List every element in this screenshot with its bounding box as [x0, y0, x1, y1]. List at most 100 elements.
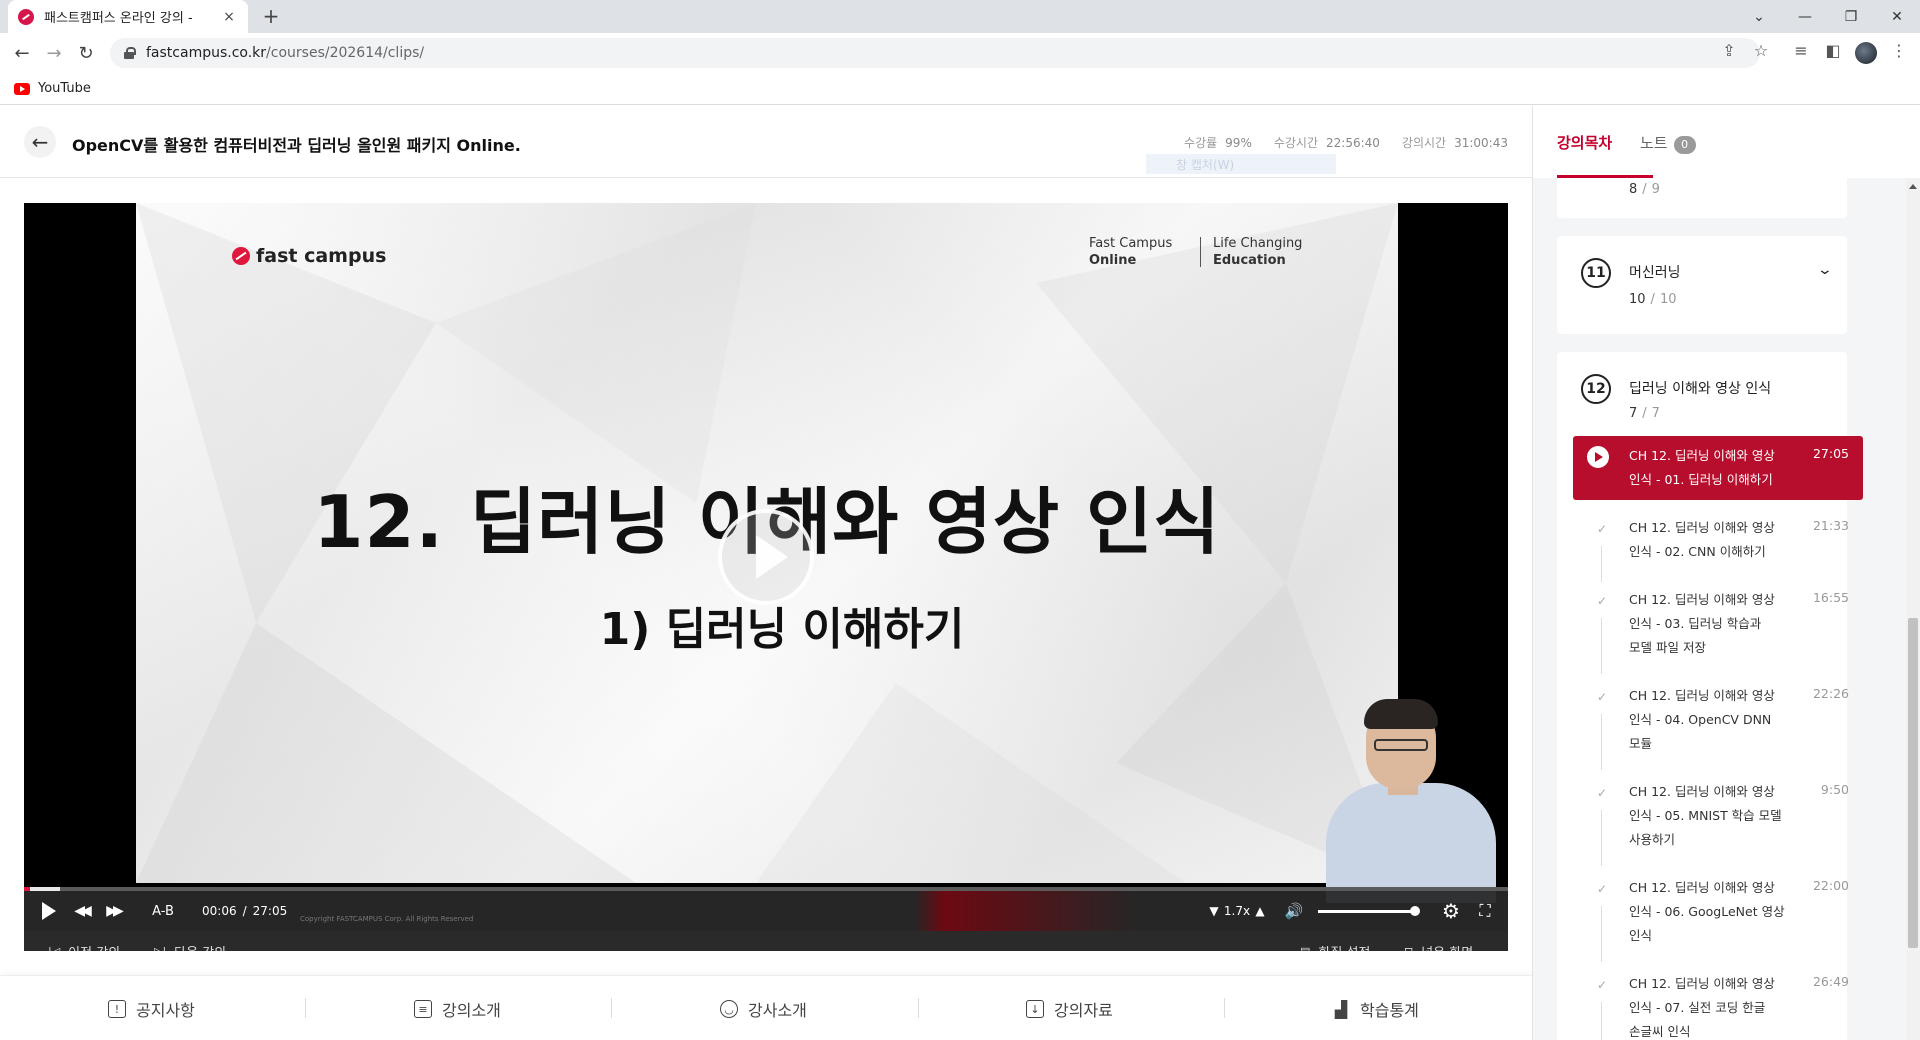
browser-menu-icon[interactable]: ⋮ [1888, 41, 1910, 60]
fullscreen-icon[interactable]: ⛶ [1472, 891, 1498, 931]
back-button[interactable]: ← [24, 126, 56, 158]
reload-icon[interactable]: ↻ [74, 41, 98, 65]
restore-icon[interactable]: ❐ [1828, 0, 1874, 33]
lesson-item[interactable]: ✓ CH 12. 딥러닝 이해와 영상 인식 - 02. CNN 이해하기 21:… [1573, 516, 1863, 590]
lesson-duration: 27:05 [1812, 446, 1849, 461]
youtube-icon [14, 82, 30, 95]
new-tab-button[interactable]: + [258, 4, 284, 28]
chapter-title: 딥러닝 이해와 영상 인식 [1629, 381, 1772, 397]
scroll-up-arrow-icon[interactable] [1909, 184, 1917, 189]
play-circle-icon [1587, 446, 1609, 468]
share-icon[interactable]: ⇪ [1718, 41, 1740, 60]
lock-icon [124, 47, 136, 59]
tab-course-materials[interactable]: ↓ 강의자료 [1026, 994, 1113, 1024]
tab-search-icon[interactable]: ⌄ [1736, 0, 1782, 33]
chapter-progress: 10/10 [1629, 292, 1677, 307]
lesson-title: CH 12. 딥러닝 이해와 영상 인식 - 07. 실전 코딩 한글 손글씨 인식 [1629, 976, 1775, 1039]
quality-settings-button[interactable]: ▤ 화질 설정 [1300, 931, 1370, 952]
prev-lecture-button[interactable]: |◁ 이전 강의 [48, 931, 120, 952]
close-window-icon[interactable]: ✕ [1874, 0, 1920, 33]
window-capture-tooltip: 창 캡처(W) [1146, 154, 1336, 174]
tab-course-intro[interactable]: ≡ 강의소개 [414, 994, 501, 1024]
chapter-number: 11 [1581, 258, 1611, 288]
tab-divider [1224, 998, 1225, 1018]
volume-slider[interactable] [1318, 906, 1420, 916]
lesson-item[interactable]: ✓ CH 12. 딥러닝 이해와 영상 인식 - 06. GoogLeNet 영상… [1573, 876, 1863, 972]
stat-watch-time: 수강시간 22:56:40 [1273, 136, 1380, 150]
back-arrow-icon[interactable]: ← [10, 41, 34, 65]
duration: 27:05 [252, 904, 288, 918]
tab-divider [305, 998, 306, 1018]
curriculum-panel: 강의목차 노트 0 8/9 11 머신러닝 10/10 ⌄ 12 딥러닝 이해와 … [1532, 106, 1920, 1040]
minimize-icon[interactable]: — [1782, 0, 1828, 33]
speed-up-icon[interactable]: ▲ [1250, 891, 1270, 931]
scrollbar-thumb[interactable] [1908, 618, 1918, 948]
chapter-title: 머신러닝 [1629, 265, 1681, 281]
wide-screen-button[interactable]: ⊡ 넓은 화면 [1404, 931, 1473, 952]
tab-notes[interactable]: 노트 0 [1640, 132, 1696, 154]
course-info-tabs: ! 공지사항 ≡ 강의소개 ◡ 강사소개 ↓ 강의자료 ▟ 학습통계 [0, 975, 1532, 1040]
slogan-divider [1200, 237, 1201, 267]
slogan-right: Life Changing Education [1213, 236, 1303, 268]
play-icon [42, 902, 56, 920]
tab-curriculum[interactable]: 강의목차 [1557, 132, 1612, 153]
chevron-down-icon[interactable]: ⌄ [1817, 262, 1833, 278]
current-time: 00:06 [202, 904, 237, 918]
stat-lecture-time: 강의시간 31:00:43 [1401, 136, 1508, 150]
speed-down-icon[interactable]: ▼ [1204, 891, 1224, 931]
skip-previous-icon: |◁ [48, 944, 61, 952]
lesson-duration: 26:49 [1812, 974, 1849, 989]
play-button[interactable] [34, 891, 64, 931]
side-panel-icon[interactable]: ◧ [1822, 41, 1844, 60]
tab-title: 패스트캠퍼스 온라인 강의 - [44, 11, 193, 26]
bar-chart-icon: ▟ [1334, 999, 1348, 1019]
chapter-card-11[interactable]: 11 머신러닝 10/10 ⌄ [1557, 236, 1847, 334]
lesson-item[interactable]: ✓ CH 12. 딥러닝 이해와 영상 인식 - 04. OpenCV DNN 모듈… [1573, 684, 1863, 780]
panel-tabs: 강의목차 노트 0 [1533, 106, 1920, 178]
lesson-title: CH 12. 딥러닝 이해와 영상 인식 - 05. MNIST 학습 모델 사용하… [1629, 784, 1782, 847]
chapter-progress: 8/9 [1629, 182, 1660, 197]
skip-next-icon: ▷| [154, 944, 167, 952]
big-play-button[interactable] [718, 509, 814, 605]
lesson-title: CH 12. 딥러닝 이해와 영상 인식 - 03. 딥러닝 학습과 모델 파일 저… [1629, 592, 1775, 655]
url-host: fastcampus.co.kr [146, 45, 267, 61]
rewind-icon: ◀◀ [74, 903, 91, 919]
lesson-item[interactable]: ✓ CH 12. 딥러닝 이해와 영상 인식 - 03. 딥러닝 학습과 모델 파일… [1573, 588, 1863, 684]
notes-count-badge: 0 [1673, 136, 1696, 154]
tab-divider [611, 998, 612, 1018]
forward-arrow-icon[interactable]: → [42, 41, 66, 65]
bookmark-star-icon[interactable]: ☆ [1750, 41, 1772, 60]
rewind-button[interactable]: ◀◀ [66, 891, 96, 931]
lesson-item[interactable]: ✓ CH 12. 딥러닝 이해와 영상 인식 - 05. MNIST 학습 모델 사… [1573, 780, 1863, 876]
wide-screen-icon: ⊡ [1404, 944, 1414, 952]
course-stats: 수강률 99% 수강시간 22:56:40 강의시간 31:00:43 [1184, 134, 1508, 151]
fast-forward-button[interactable]: ▶▶ [98, 891, 128, 931]
lesson-item[interactable]: ✓ CH 12. 딥러닝 이해와 영상 인식 - 07. 실전 코딩 한글 손글씨 … [1573, 972, 1863, 1040]
bookmark-youtube[interactable]: YouTube [38, 81, 91, 96]
reading-list-icon[interactable]: ≡ [1790, 41, 1812, 60]
course-title: OpenCV를 활용한 컴퓨터비전과 딥러닝 올인원 패키지 Online. [72, 136, 521, 155]
browser-tab[interactable]: 패스트캠퍼스 온라인 강의 - × [8, 0, 248, 33]
lesson-title: CH 12. 딥러닝 이해와 영상 인식 - 04. OpenCV DNN 모듈 [1629, 688, 1775, 751]
arrow-left-icon: ← [31, 130, 49, 154]
check-icon: ✓ [1597, 882, 1608, 896]
tab-learning-stats[interactable]: ▟ 학습통계 [1332, 994, 1419, 1024]
profile-avatar[interactable] [1855, 42, 1877, 64]
settings-gear-icon[interactable]: ⚙ [1438, 891, 1464, 931]
next-lecture-button[interactable]: ▷| 다음 강의 [154, 931, 226, 952]
lesson-item-active[interactable]: CH 12. 딥러닝 이해와 영상 인식 - 01. 딥러닝 이해하기 27:05 [1573, 436, 1863, 500]
address-bar[interactable]: fastcampus.co.kr/courses/202614/clips/ [110, 38, 1760, 68]
browser-tabstrip: 패스트캠퍼스 온라인 강의 - × + ⌄ — ❐ ✕ [0, 0, 1920, 33]
video-player[interactable]: fast campus Fast Campus Online Life Chang… [24, 203, 1508, 951]
lesson-duration: 22:00 [1812, 878, 1849, 893]
playback-speed: 1.7x [1223, 904, 1251, 918]
panel-scrollbar[interactable] [1906, 178, 1920, 1040]
volume-knob[interactable] [1410, 906, 1420, 916]
tab-notices[interactable]: ! 공지사항 [108, 994, 195, 1024]
tab-instructor-intro[interactable]: ◡ 강사소개 [720, 994, 807, 1024]
tab-close-icon[interactable]: × [220, 9, 238, 25]
ab-repeat-button[interactable]: A-B [148, 891, 178, 931]
quality-icon: ▤ [1300, 944, 1311, 952]
chapter-card-prev[interactable]: 8/9 [1557, 178, 1847, 218]
volume-icon[interactable]: 🔊 [1282, 891, 1306, 931]
